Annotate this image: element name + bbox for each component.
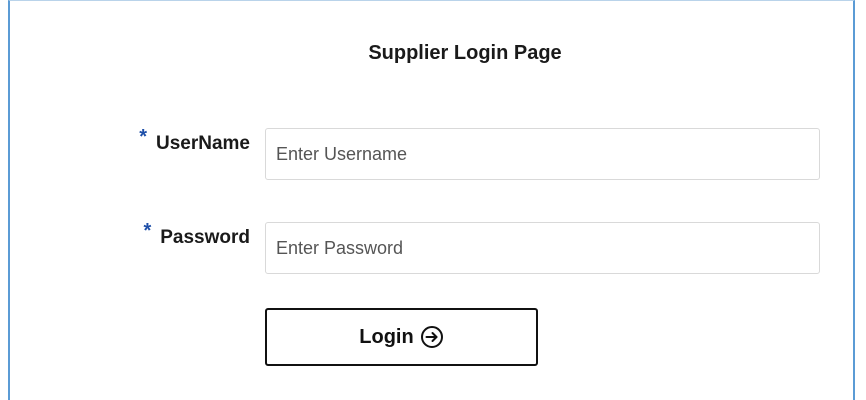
required-marker: * [139, 126, 147, 148]
password-label-text: Password [160, 227, 250, 248]
arrow-circle-right-icon [420, 325, 444, 349]
login-button[interactable]: Login [265, 308, 538, 366]
password-label: * Password [143, 220, 250, 249]
username-label: * UserName [139, 126, 250, 155]
username-label-text: UserName [156, 133, 250, 154]
required-marker: * [143, 220, 152, 242]
login-button-label: Login [359, 325, 414, 348]
username-input[interactable] [265, 128, 820, 180]
password-input[interactable] [265, 222, 820, 274]
page-title: Supplier Login Page [368, 42, 562, 64]
